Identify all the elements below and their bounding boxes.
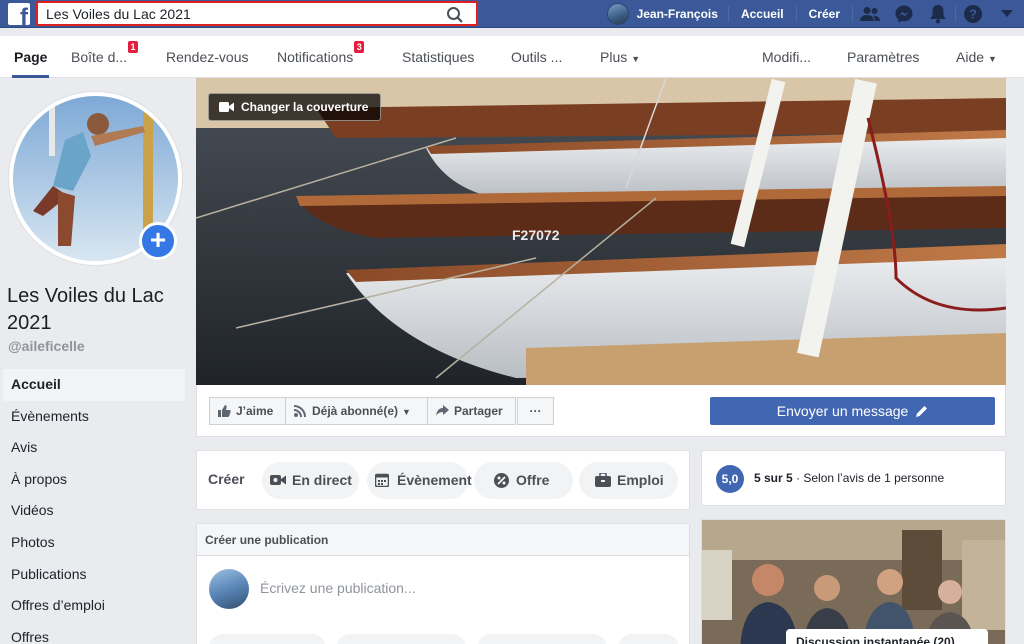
tab-notifications[interactable]: Notifications3 [277,36,365,78]
caret-down-icon: ▼ [402,407,411,417]
group-photo[interactable]: Discussion instantanée (20) [701,519,1006,644]
tab-help[interactable]: Aide ▼ [956,36,997,78]
photo-caption: Discussion instantanée (20) [786,629,988,644]
rating-score: 5,0 [716,465,744,493]
tab-inbox[interactable]: Boîte d...1 [71,36,139,78]
sidebar-item-offers[interactable]: Offres [3,622,185,644]
change-cover-button[interactable]: Changer la couverture [208,93,382,121]
pencil-icon [916,406,928,417]
sidebar-item-photos[interactable]: Photos [3,527,185,559]
search-value[interactable]: Les Voiles du Lac 2021 [46,6,191,22]
post-tool-button[interactable] [477,634,607,644]
sidebar-item-posts[interactable]: Publications [3,559,185,591]
thumbs-up-icon [218,405,231,417]
side-nav: Accueil Évènements Avis À propos Vidéos … [3,369,185,644]
tab-edit[interactable]: Modifi... [762,36,811,78]
post-tool-button[interactable] [618,634,679,644]
tab-page[interactable]: Page [11,36,50,78]
post-tool-button[interactable] [336,634,466,644]
like-button[interactable]: J’aime [209,397,286,425]
post-tool-button[interactable] [209,634,326,644]
messenger-icon[interactable] [887,0,921,28]
page-nav: Page Boîte d...1 Rendez-vous Notificatio… [0,36,1024,78]
create-post-header: Créer une publication [197,524,689,556]
search-input[interactable]: Les Voiles du Lac 2021 [36,1,478,26]
rss-icon [294,405,306,417]
event-button[interactable]: Évènement [367,462,472,499]
video-camera-icon [219,102,234,112]
share-button[interactable]: Partager [427,397,516,425]
page-handle[interactable]: @aileficelle [8,338,85,354]
create-link[interactable]: Créer [797,0,852,28]
share-arrow-icon [436,405,449,416]
notifications-badge: 3 [354,41,365,53]
create-post-card: Créer une publication Écrivez une public… [196,523,690,644]
sidebar-item-reviews[interactable]: Avis [3,432,185,464]
video-camera-icon [270,475,286,485]
avatar [606,3,629,25]
percent-icon [494,473,509,488]
cover-photo: F27072 Changer la couverture [196,78,1006,385]
caret-down-icon: ▼ [631,54,641,64]
help-icon[interactable]: ? [956,0,990,28]
create-label: Créer [208,471,245,487]
user-profile-link[interactable]: Jean-François [601,0,728,28]
rating-card[interactable]: 5,0 5 sur 5 · Selon l’avis de 1 personne [701,450,1006,506]
avatar [209,569,249,609]
inbox-badge: 1 [128,41,139,53]
rating-summary: 5 sur 5 · Selon l’avis de 1 personne [754,471,945,485]
send-message-button[interactable]: Envoyer un message [710,397,995,425]
home-link[interactable]: Accueil [729,0,796,28]
sidebar-item-videos[interactable]: Vidéos [3,495,185,527]
svg-text:?: ? [969,7,977,22]
calendar-icon [375,473,389,487]
create-card: Créer En direct Évènement Offre Emploi [196,450,690,510]
job-button[interactable]: Emploi [579,462,678,499]
add-photo-button[interactable]: + [139,222,177,260]
post-input[interactable]: Écrivez une publication... [260,580,416,596]
tab-appointments[interactable]: Rendez-vous [166,36,249,78]
facebook-logo-icon[interactable]: f [8,3,30,25]
subscribed-button[interactable]: Déjà abonné(e) ▼ [285,397,428,425]
bell-icon[interactable] [921,0,955,28]
tab-settings[interactable]: Paramètres [847,36,919,78]
user-name: Jean-François [636,7,718,21]
dropdown-icon[interactable] [990,0,1024,28]
offer-button[interactable]: Offre [474,462,573,499]
tab-statistics[interactable]: Statistiques [402,36,474,78]
friends-icon[interactable] [853,0,887,28]
search-icon[interactable] [446,6,464,24]
caret-down-icon: ▼ [988,54,997,64]
sidebar-item-events[interactable]: Évènements [3,401,185,433]
sidebar-item-home[interactable]: Accueil [3,369,185,401]
tab-more[interactable]: Plus ▼ [600,36,640,78]
briefcase-icon [595,473,611,487]
live-button[interactable]: En direct [262,462,359,499]
sidebar-item-jobs[interactable]: Offres d’emploi [3,590,185,622]
top-bar: f Les Voiles du Lac 2021 Jean-François A… [0,0,1024,28]
tab-tools[interactable]: Outils ... [511,36,562,78]
page-title: Les Voiles du Lac 2021 [7,285,164,334]
more-options-button[interactable]: ··· [517,397,554,425]
post-tools [209,634,679,644]
page-action-bar: J’aime Déjà abonné(e) ▼ Partager ··· Envo… [196,385,1006,437]
hull-number: F27072 [512,227,560,243]
sidebar-item-about[interactable]: À propos [3,464,185,496]
